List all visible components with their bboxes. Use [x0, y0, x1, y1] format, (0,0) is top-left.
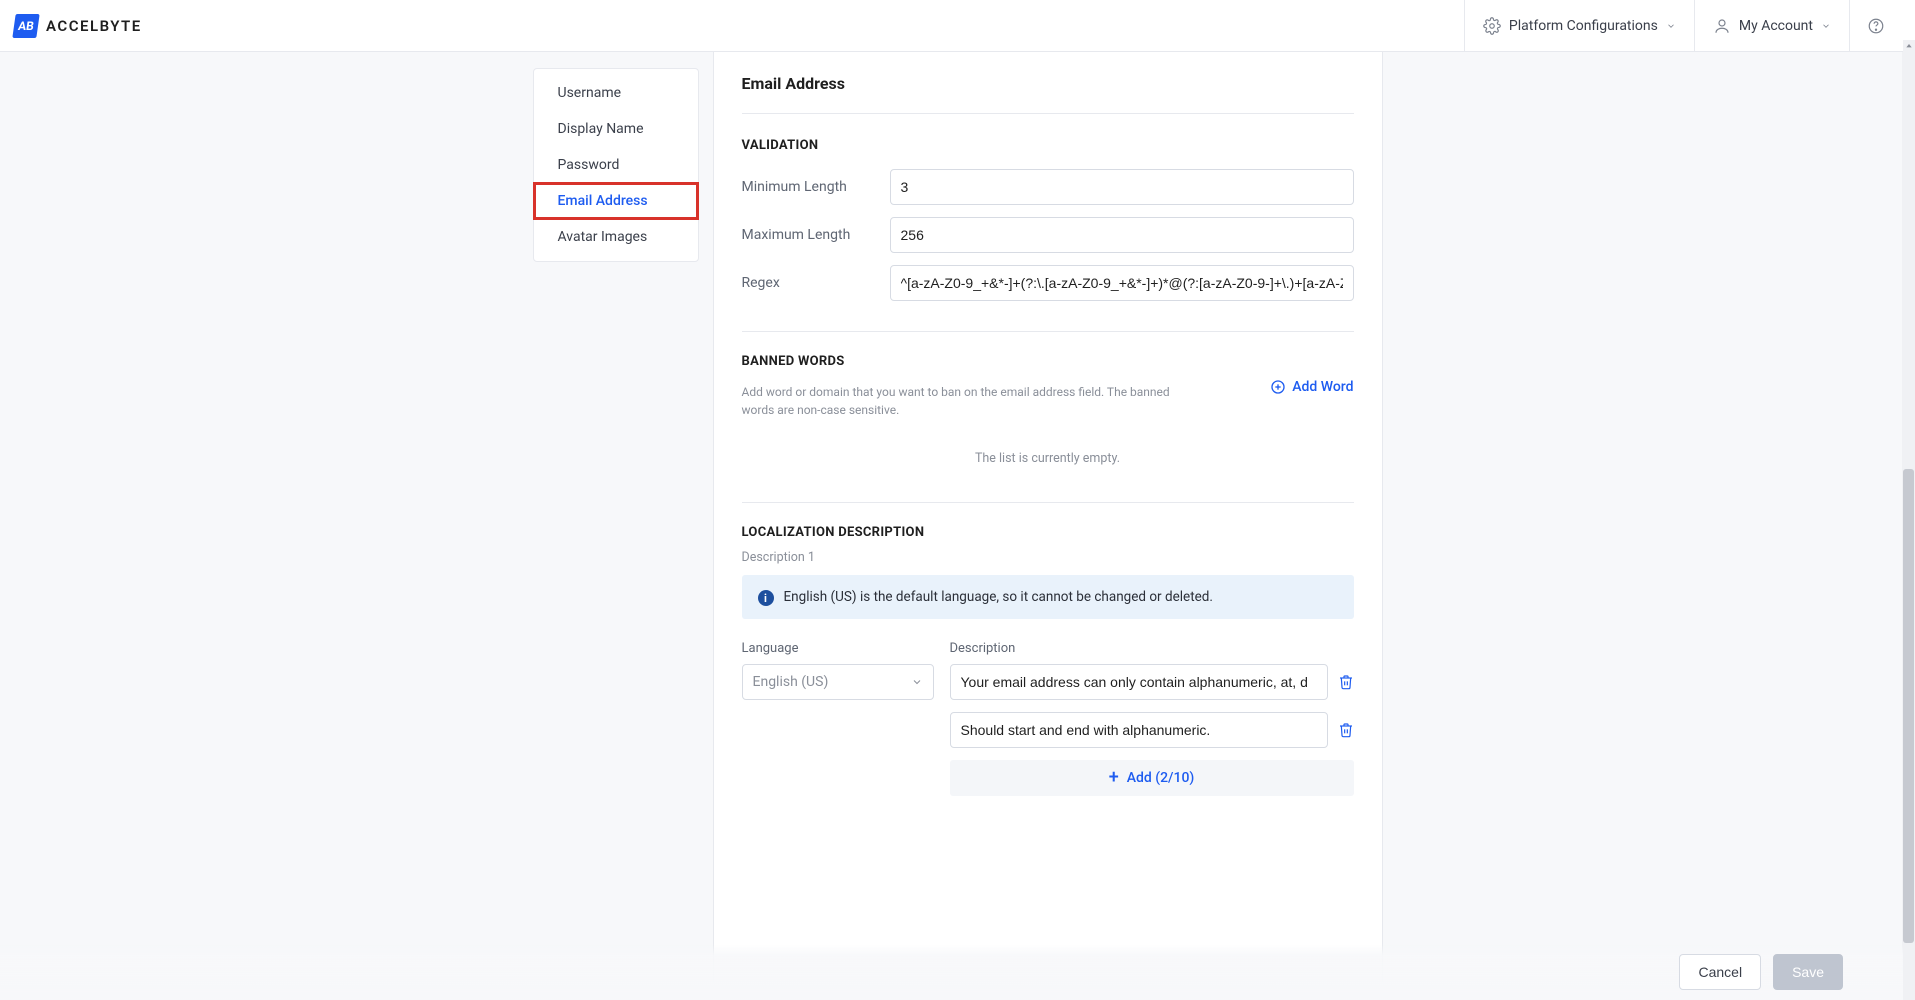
add-description-label: Add (2/10): [1127, 770, 1195, 786]
banned-empty-text: The list is currently empty.: [742, 419, 1354, 494]
page-title: Email Address: [742, 52, 1354, 114]
input-description-1[interactable]: [950, 664, 1328, 700]
delete-description-button[interactable]: [1338, 674, 1354, 690]
chevron-down-icon: [1666, 21, 1676, 31]
input-description-2[interactable]: [950, 712, 1328, 748]
sidebar-item-email-address[interactable]: Email Address: [534, 183, 698, 219]
user-icon: [1713, 17, 1731, 35]
my-account-label: My Account: [1739, 18, 1813, 34]
label-description: Description: [950, 641, 1354, 664]
plus-icon: +: [1109, 769, 1119, 787]
input-regex[interactable]: [890, 265, 1354, 301]
sidebar-item-password[interactable]: Password: [534, 147, 698, 183]
section-banned-heading: BANNED WORDS: [742, 354, 1182, 379]
row-regex: Regex: [742, 259, 1354, 307]
description-counter: Description 1: [742, 550, 1354, 575]
plus-circle-icon: [1270, 379, 1286, 395]
section-localization-heading: LOCALIZATION DESCRIPTION: [742, 525, 1354, 550]
description-row: [950, 664, 1354, 700]
help-icon: [1867, 17, 1885, 35]
info-icon: i: [758, 590, 774, 606]
sidebar-card: Username Display Name Password Email Add…: [533, 68, 699, 262]
help-button[interactable]: [1849, 0, 1901, 51]
save-button[interactable]: Save: [1773, 954, 1843, 990]
add-description-button[interactable]: + Add (2/10): [950, 760, 1354, 796]
chevron-down-icon: [911, 676, 923, 688]
info-banner: i English (US) is the default language, …: [742, 575, 1354, 619]
input-max-length[interactable]: [890, 217, 1354, 253]
top-right: Platform Configurations My Account: [1464, 0, 1901, 51]
sidebar-item-username[interactable]: Username: [534, 75, 698, 111]
scroll-up-button[interactable]: [1903, 40, 1915, 52]
label-language: Language: [742, 641, 934, 664]
cancel-button[interactable]: Cancel: [1679, 954, 1761, 990]
footer-actions: Cancel Save: [0, 944, 1903, 1000]
sidebar-item-avatar-images[interactable]: Avatar Images: [534, 219, 698, 255]
section-validation-heading: VALIDATION: [742, 114, 1354, 163]
scrollbar-track[interactable]: [1902, 52, 1915, 1000]
brand-logo-text: AB: [17, 19, 35, 33]
my-account-menu[interactable]: My Account: [1694, 0, 1849, 51]
sidebar-item-display-name[interactable]: Display Name: [534, 111, 698, 147]
main-card: Email Address VALIDATION Minimum Length …: [713, 52, 1383, 1000]
row-max-length: Maximum Length: [742, 211, 1354, 259]
brand-name: ACCELBYTE: [46, 17, 142, 35]
label-regex: Regex: [742, 275, 886, 291]
section-banned: BANNED WORDS Add word or domain that you…: [742, 331, 1354, 419]
section-localization: LOCALIZATION DESCRIPTION Description 1 i…: [742, 502, 1354, 796]
banned-help-text: Add word or domain that you want to ban …: [742, 379, 1182, 419]
brand-logo: AB: [12, 14, 39, 38]
select-language[interactable]: English (US): [742, 664, 934, 700]
platform-configurations-menu[interactable]: Platform Configurations: [1464, 0, 1694, 51]
gear-icon: [1483, 17, 1501, 35]
main-scroll-area[interactable]: Username Display Name Password Email Add…: [0, 52, 1915, 1000]
row-min-length: Minimum Length: [742, 163, 1354, 211]
select-language-value: English (US): [753, 674, 829, 690]
info-banner-text: English (US) is the default language, so…: [784, 589, 1213, 605]
input-min-length[interactable]: [890, 169, 1354, 205]
label-max-length: Maximum Length: [742, 227, 886, 243]
add-word-button[interactable]: Add Word: [1270, 354, 1353, 419]
platform-configurations-label: Platform Configurations: [1509, 18, 1658, 34]
brand: AB ACCELBYTE: [14, 14, 142, 38]
chevron-down-icon: [1821, 21, 1831, 31]
top-bar: AB ACCELBYTE Platform Configurations My …: [0, 0, 1915, 52]
description-row: [950, 712, 1354, 748]
add-word-label: Add Word: [1292, 379, 1353, 395]
label-min-length: Minimum Length: [742, 179, 886, 195]
delete-description-button[interactable]: [1338, 722, 1354, 738]
scrollbar-thumb[interactable]: [1903, 469, 1914, 943]
